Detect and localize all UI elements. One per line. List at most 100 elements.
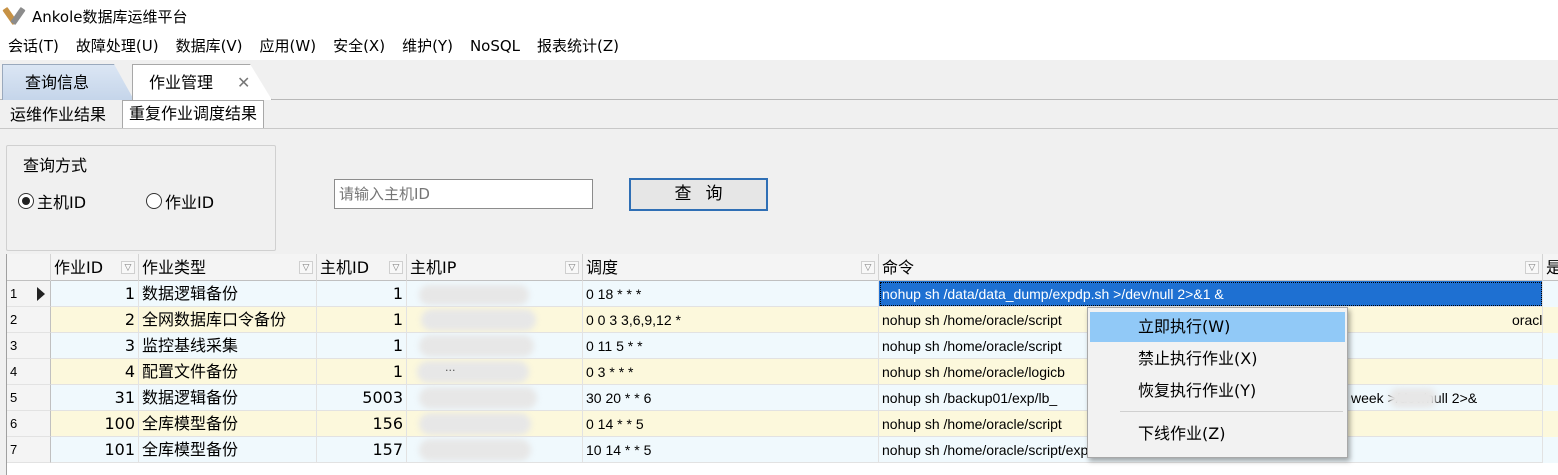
cell-job-type[interactable]: 全库模型备份 [139,411,317,437]
chevron-down-icon[interactable]: ▽ [1525,261,1539,274]
menu-item-disable-job[interactable]: 禁止执行作业(X) [1090,344,1345,374]
title-bar: Ankole数据库运维平台 [0,0,1558,32]
header-job-id[interactable]: 作业ID ▽ [51,254,139,281]
menu-security[interactable]: 安全(X) [325,32,394,60]
app-logo-icon [2,5,26,27]
row-number: 3 [7,333,51,359]
query-mode-legend: 查询方式 [21,152,90,176]
tab-query-label: 查询信息 [25,73,90,92]
cell-job-type[interactable]: 全网数据库口令备份 [139,307,317,333]
header-job-type[interactable]: 作业类型 ▽ [139,254,317,281]
host-id-input[interactable] [334,179,593,209]
radio-host-label: 主机ID [37,193,87,212]
tab-query-info[interactable]: 查询信息 [2,64,134,100]
cell-host-ip[interactable] [407,437,583,463]
cell-job-type[interactable]: 全库模型备份 [139,437,317,463]
cell-host-ip[interactable] [407,307,583,333]
cell-schedule[interactable]: 0 14 * * 5 [583,411,879,437]
redacted-blur [419,387,537,409]
host-ip-fragment: ... [445,361,456,374]
cell-host-ip[interactable] [407,385,583,411]
window-title: Ankole数据库运维平台 [32,7,188,26]
cell-schedule[interactable]: 0 18 * * * [583,281,879,307]
cell-job-id[interactable]: 31 [51,385,139,411]
cell-host-id[interactable]: 156 [317,411,407,437]
cell-job-type[interactable]: 数据逻辑备份 [139,385,317,411]
cell-host-id[interactable]: 157 [317,437,407,463]
document-tabs: 查询信息 作业管理 ✕ [0,60,1558,100]
cell-host-id[interactable]: 1 [317,281,407,307]
chevron-down-icon[interactable]: ▽ [565,261,579,274]
menu-application[interactable]: 应用(W) [252,32,326,60]
menu-reports[interactable]: 报表统计(Z) [529,32,628,60]
header-job-id-label: 作业ID [54,258,104,277]
header-more[interactable]: 是 [1543,254,1558,281]
redacted-blur [1389,388,1437,408]
chevron-down-icon[interactable]: ▽ [299,261,313,274]
tab-job-management[interactable]: 作业管理 ✕ [132,64,272,100]
menu-database[interactable]: 数据库(V) [168,32,252,60]
header-more-label: 是 [1546,258,1558,277]
radio-host-id[interactable]: 主机ID [18,189,86,213]
cell-job-id[interactable]: 2 [51,307,139,333]
menu-item-offline-job[interactable]: 下线作业(Z) [1090,419,1345,449]
menu-separator [1120,411,1343,412]
header-host-ip[interactable]: 主机IP ▽ [407,254,583,281]
cell-schedule[interactable]: 30 20 * * 6 [583,385,879,411]
cell-host-id[interactable]: 1 [317,307,407,333]
menu-item-resume-job[interactable]: 恢复执行作业(Y) [1090,376,1345,406]
query-panel: 查询方式 主机ID 作业ID 查询 [0,128,1558,253]
redacted-blur [417,361,529,383]
cell-host-ip[interactable] [407,333,583,359]
header-host-id[interactable]: 主机ID ▽ [317,254,407,281]
close-icon[interactable]: ✕ [237,65,250,100]
chevron-down-icon[interactable]: ▽ [861,261,875,274]
result-subtabs: 运维作业结果 重复作业调度结果 [0,100,1558,128]
row-number: 4 [7,359,51,385]
cell-job-id[interactable]: 100 [51,411,139,437]
cell-schedule[interactable]: 10 14 * * 5 [583,437,879,463]
chevron-down-icon[interactable]: ▽ [389,261,403,274]
menu-item-run-now[interactable]: 立即执行(W) [1090,312,1345,342]
header-schedule-label: 调度 [586,258,619,277]
cell-schedule[interactable]: 0 0 3 3,6,9,12 * [583,307,879,333]
row-number: 6 [7,411,51,437]
cell-host-id[interactable]: 5003 [317,385,407,411]
cell-job-id[interactable]: 4 [51,359,139,385]
menu-fault[interactable]: 故障处理(U) [68,32,168,60]
redacted-blur [419,285,529,305]
header-schedule[interactable]: 调度 ▽ [583,254,879,281]
cell-schedule[interactable]: 0 11 5 * * [583,333,879,359]
cell-job-type[interactable]: 配置文件备份 [139,359,317,385]
chevron-down-icon[interactable]: ▽ [121,261,135,274]
cell-schedule[interactable]: 0 3 * * * [583,359,879,385]
radio-job-id[interactable]: 作业ID [146,189,214,213]
cell-host-ip[interactable] [407,411,583,437]
header-job-type-label: 作业类型 [142,258,207,277]
cell-job-type[interactable]: 监控基线采集 [139,333,317,359]
menu-maintenance[interactable]: 维护(Y) [394,32,462,60]
cell-host-id[interactable]: 1 [317,333,407,359]
header-row-number [7,254,51,281]
cell-job-id[interactable]: 3 [51,333,139,359]
row-number: 2 [7,307,51,333]
redacted-blur [419,439,531,461]
grid-header: 作业ID ▽ 作业类型 ▽ 主机ID ▽ 主机IP ▽ 调度 ▽ 命令 ▽ 是 [7,254,1558,281]
radio-checked-icon [18,193,34,209]
tab-job-label: 作业管理 [149,73,214,92]
cell-job-type[interactable]: 数据逻辑备份 [139,281,317,307]
tab-ops-job-results[interactable]: 运维作业结果 [4,102,112,128]
cell-host-id[interactable]: 1 [317,359,407,385]
menu-nosql[interactable]: NoSQL [462,32,529,60]
header-command[interactable]: 命令 ▽ [879,254,1543,281]
cell-command-selected[interactable]: nohup sh /data/data_dump/expdp.sh >/dev/… [879,281,1543,307]
table-row[interactable]: 1 1 数据逻辑备份 1 0 18 * * * nohup sh /data/d… [7,281,1558,307]
cell-host-ip[interactable] [407,281,583,307]
cell-host-ip[interactable]: ... [407,359,583,385]
tab-repeat-schedule-results[interactable]: 重复作业调度结果 [122,100,265,128]
cell-job-id[interactable]: 101 [51,437,139,463]
menu-session[interactable]: 会话(T) [0,32,68,60]
current-row-icon [37,287,45,301]
query-button[interactable]: 查询 [629,178,768,211]
cell-job-id[interactable]: 1 [51,281,139,307]
